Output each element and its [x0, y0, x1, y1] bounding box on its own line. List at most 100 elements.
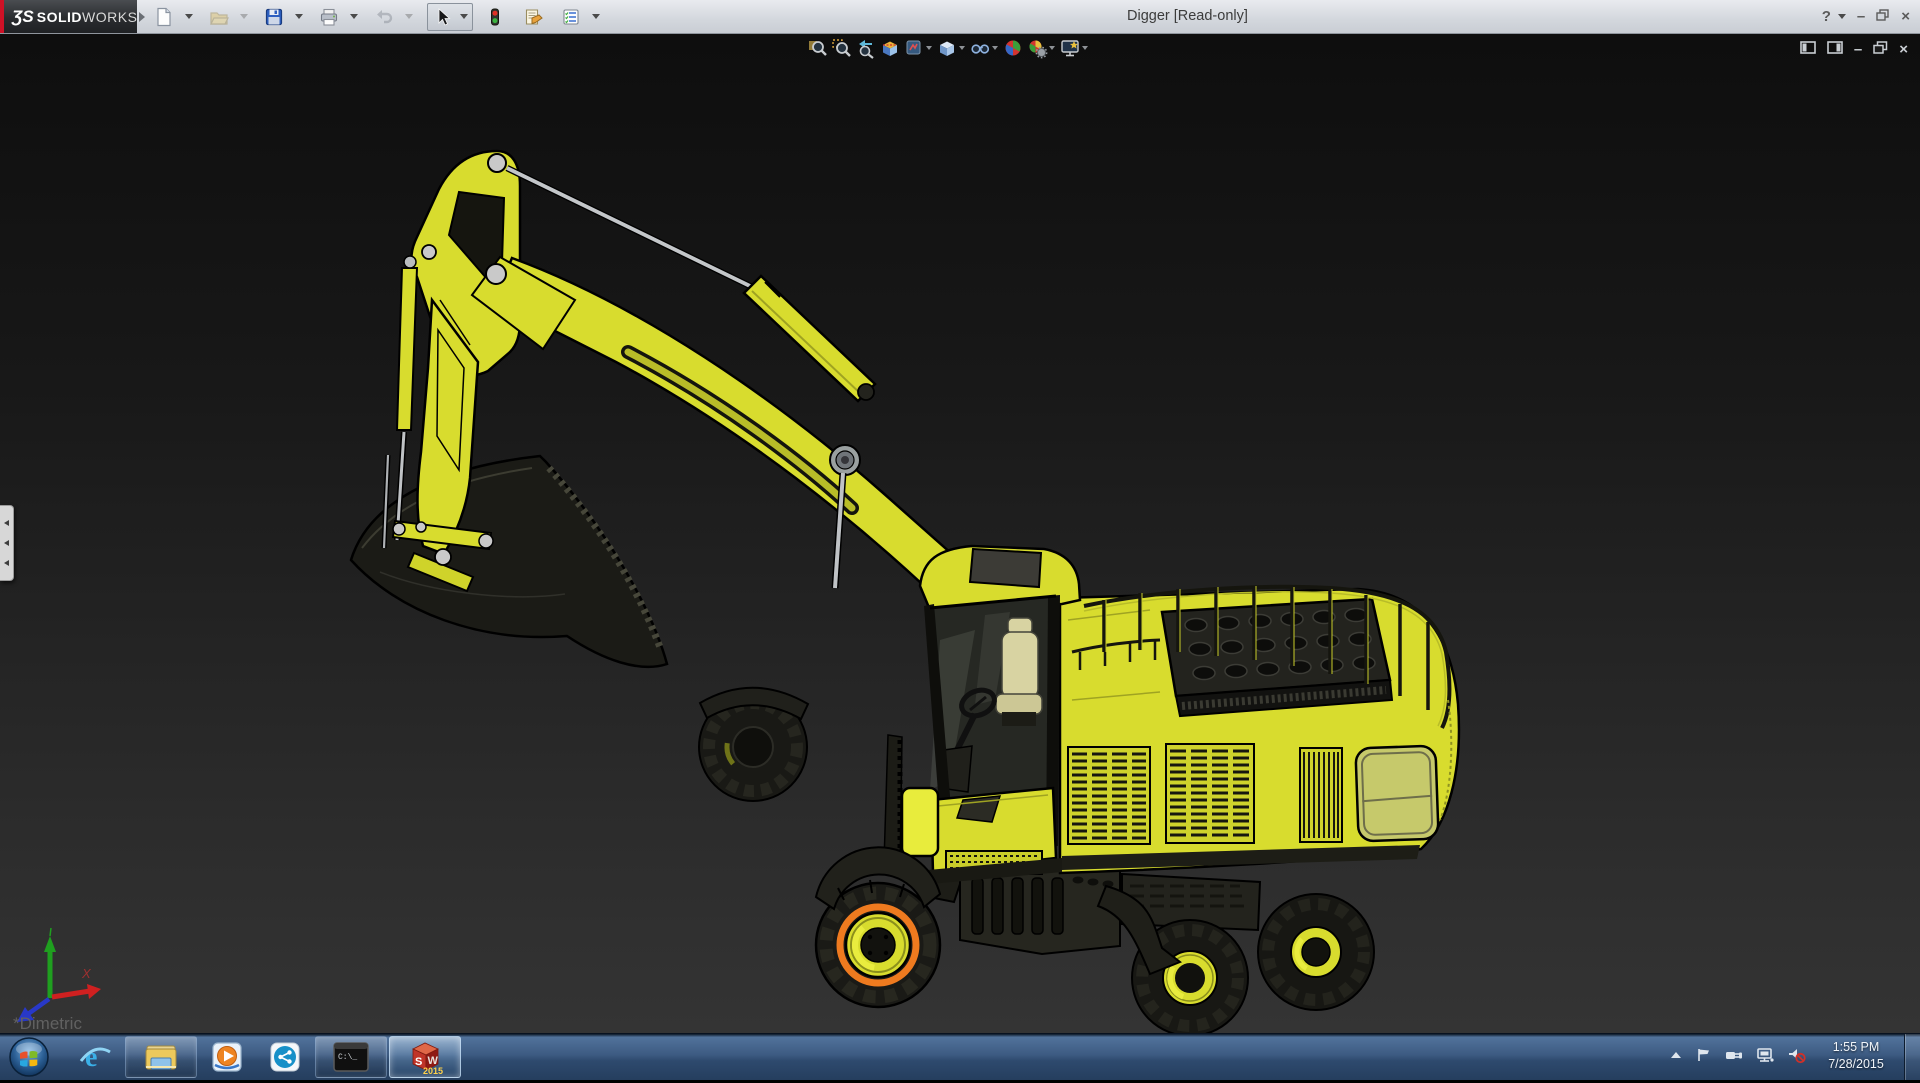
volume-muted-icon[interactable]: [1786, 1045, 1808, 1070]
rebuild-button[interactable]: [483, 5, 507, 29]
taskbar-clock[interactable]: 1:55 PM 7/28/2015: [1814, 1039, 1898, 1073]
new-document-dropdown[interactable]: [185, 14, 193, 19]
digger-3d-model[interactable]: X: [0, 34, 1920, 1034]
command-prompt-icon: C:\_: [333, 1042, 369, 1072]
solidworks-version-badge: 2015: [423, 1066, 443, 1076]
hidden-icons-chevron[interactable]: [1668, 1047, 1684, 1068]
undo-dropdown[interactable]: [405, 14, 413, 19]
folder-icon: [145, 1045, 177, 1070]
media-player-button[interactable]: [198, 1036, 256, 1078]
roof-box: [968, 547, 1043, 589]
save-dropdown[interactable]: [295, 14, 303, 19]
save-button[interactable]: [262, 5, 303, 29]
previous-view-button[interactable]: [854, 35, 878, 61]
svg-text:S: S: [415, 1056, 422, 1068]
power-plug-icon[interactable]: [1724, 1046, 1744, 1069]
logo-text-works: WORKS: [82, 8, 138, 25]
split-pane-right-button[interactable]: [1827, 41, 1843, 59]
apply-scene-button[interactable]: [1025, 35, 1049, 61]
ds-logo-glyph: ƷS: [12, 6, 34, 26]
close-button[interactable]: ×: [1897, 8, 1914, 25]
window-controls: ? – ×: [1818, 0, 1914, 33]
taskbar-apps: e C:\_ S W 2015: [66, 1034, 462, 1080]
view-orientation-button[interactable]: [935, 35, 959, 61]
help-dropdown[interactable]: [1837, 14, 1846, 19]
logo-text-solid: SOLID: [36, 8, 83, 25]
svg-text:e: e: [85, 1042, 97, 1073]
collapse-arrow-icon: [4, 520, 9, 526]
doc-restore-button[interactable]: [1873, 41, 1888, 59]
feature-manager-collapsed-tab[interactable]: [0, 505, 14, 581]
view-settings-dropdown[interactable]: [1082, 46, 1088, 50]
rebuild-traffic-light-icon: [483, 5, 507, 29]
open-dropdown[interactable]: [240, 14, 248, 19]
undo-icon: [372, 5, 396, 29]
apply-scene-dropdown[interactable]: [1049, 46, 1055, 50]
zoom-to-area-button[interactable]: [830, 35, 854, 61]
help-button[interactable]: ?: [1818, 8, 1835, 25]
command-prompt-text: C:\_: [338, 1053, 357, 1062]
file-properties-button[interactable]: [521, 5, 545, 29]
wheel-front-far[interactable]: [698, 686, 810, 802]
file-properties-icon: [521, 5, 545, 29]
minimize-button[interactable]: –: [1853, 8, 1869, 25]
solidworks-logo: ƷS SOLID WORKS: [0, 0, 137, 33]
side-grille: [1067, 743, 1343, 845]
action-center-flag-icon[interactable]: [1695, 1046, 1713, 1069]
clock-time: 1:55 PM: [1832, 1040, 1880, 1054]
title-bar[interactable]: ƷS SOLID WORKS Digger [Read-only] ? – ×: [0, 0, 1920, 34]
internet-explorer-icon: e: [79, 1042, 111, 1073]
print-dropdown[interactable]: [350, 14, 358, 19]
doc-minimize-button[interactable]: –: [1854, 42, 1862, 57]
network-icon[interactable]: [1755, 1046, 1775, 1069]
display-style-dropdown[interactable]: [926, 46, 932, 50]
show-desktop-button[interactable]: [1904, 1034, 1920, 1080]
wheel-rear-far[interactable]: [1257, 893, 1375, 1011]
print-button[interactable]: [317, 5, 358, 29]
hide-show-items-button[interactable]: [968, 35, 992, 61]
engine-body[interactable]: [1058, 584, 1461, 875]
media-player-icon: [212, 1042, 242, 1072]
internet-explorer-button[interactable]: e: [66, 1036, 124, 1078]
options-dropdown[interactable]: [592, 14, 600, 19]
rear-window: [1354, 744, 1440, 843]
select-dropdown[interactable]: [460, 14, 468, 19]
cab-step: [900, 786, 940, 858]
heads-up-toolbar: [806, 35, 1091, 61]
open-button[interactable]: [207, 5, 248, 29]
solidworks-2015-icon: S W 2015: [412, 1042, 443, 1076]
share-app-button[interactable]: [256, 1036, 314, 1078]
undo-button[interactable]: [372, 5, 413, 29]
select-tool-button[interactable]: [427, 2, 473, 31]
display-style-button[interactable]: [902, 35, 926, 61]
edit-appearance-button[interactable]: [1001, 35, 1025, 61]
cylinder-pin: [421, 244, 437, 260]
split-pane-left-button[interactable]: [1800, 41, 1816, 59]
view-orientation-dropdown[interactable]: [959, 46, 965, 50]
doc-close-button[interactable]: ×: [1899, 42, 1908, 57]
system-tray: [1668, 1034, 1808, 1080]
main-toolbar: [152, 0, 614, 33]
start-button[interactable]: [8, 1036, 50, 1083]
save-floppy-icon: [262, 5, 286, 29]
orientation-triad[interactable]: X: [17, 927, 101, 1022]
options-button[interactable]: [559, 5, 600, 29]
view-settings-button[interactable]: [1058, 35, 1082, 61]
options-icon: [559, 5, 583, 29]
new-document-button[interactable]: [152, 5, 193, 29]
menu-expand-arrow[interactable]: [139, 12, 145, 22]
cab[interactable]: [883, 544, 1082, 884]
command-prompt-button[interactable]: C:\_: [315, 1036, 387, 1078]
solidworks-taskbar-button[interactable]: S W 2015: [389, 1036, 461, 1078]
hide-show-items-dropdown[interactable]: [992, 46, 998, 50]
share-app-icon: [270, 1042, 300, 1072]
zoom-to-fit-button[interactable]: [806, 35, 830, 61]
wheel-front-near[interactable]: [814, 846, 942, 1009]
section-view-button[interactable]: [878, 35, 902, 61]
graphics-viewport[interactable]: – × X *Dimetric: [0, 34, 1920, 1034]
logo-red-strip: [0, 0, 4, 33]
seat-back: [1001, 631, 1039, 699]
windows-explorer-button[interactable]: [125, 1036, 197, 1078]
restore-button[interactable]: [1876, 8, 1890, 26]
select-cursor-icon: [430, 5, 454, 29]
